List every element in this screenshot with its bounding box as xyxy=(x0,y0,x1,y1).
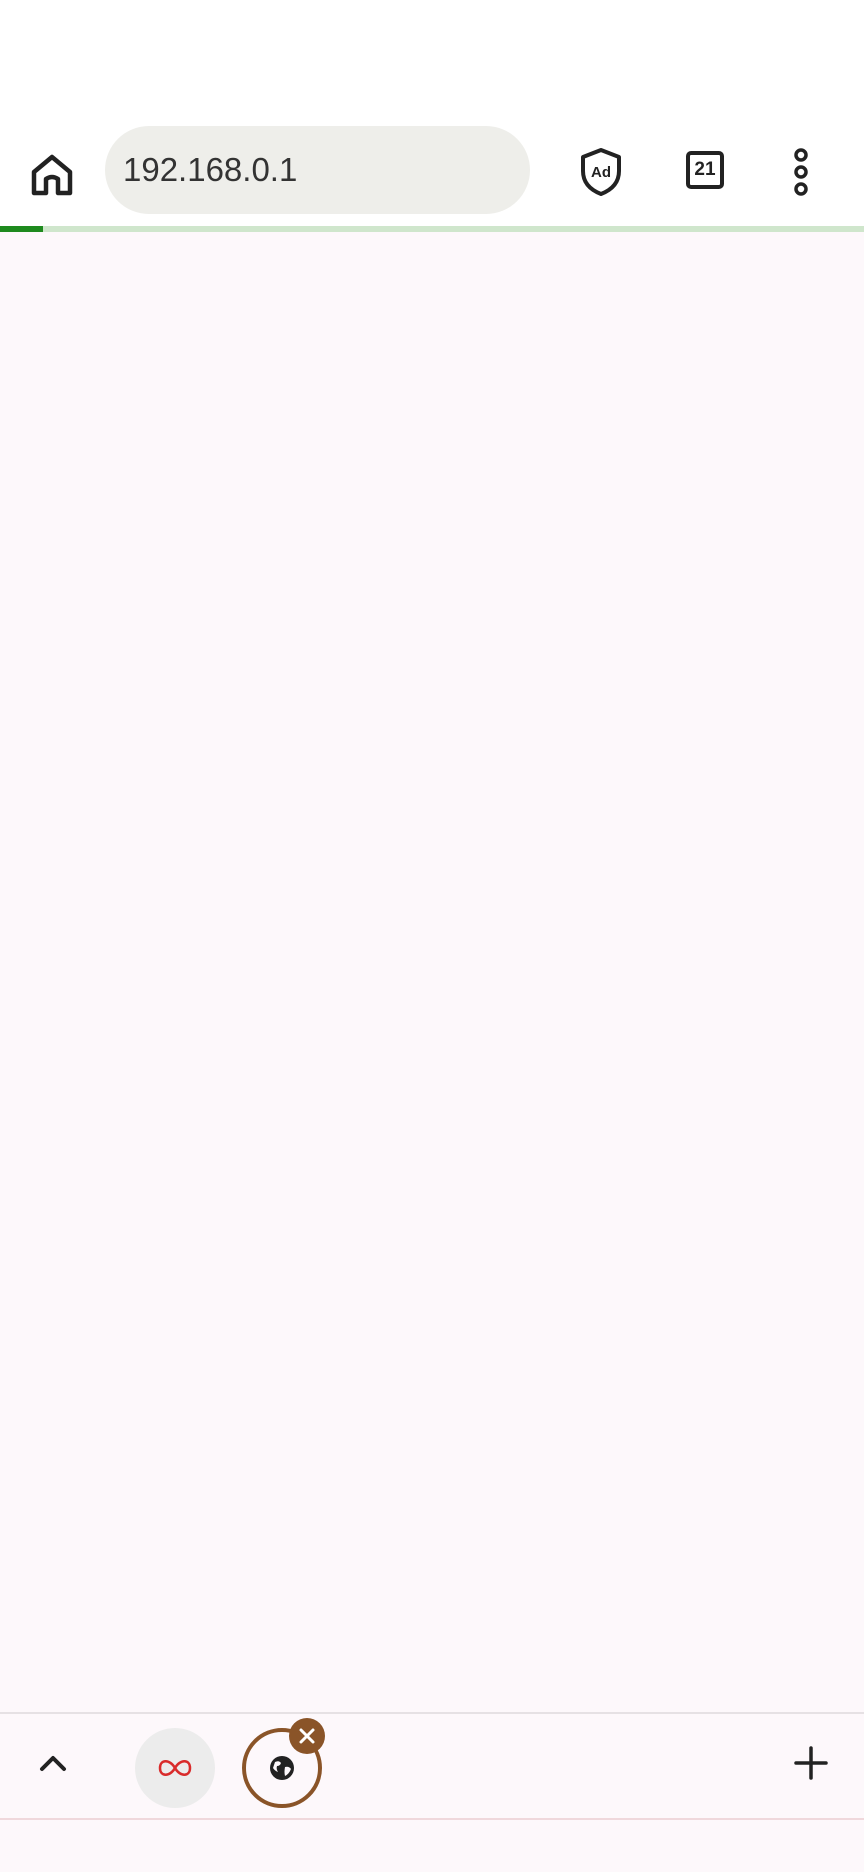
svg-text:Ad: Ad xyxy=(591,164,611,181)
browser-toolbar: 192.168.0.1 Ad 21 xyxy=(0,118,864,226)
more-vertical-icon xyxy=(794,148,808,196)
tab-switcher-button[interactable]: 21 xyxy=(678,142,734,202)
url-text: 192.168.0.1 xyxy=(123,151,298,188)
expand-tabs-button[interactable] xyxy=(28,1738,78,1788)
home-button[interactable] xyxy=(22,145,82,205)
url-bar[interactable]: 192.168.0.1 xyxy=(105,126,530,214)
plus-icon xyxy=(794,1746,828,1780)
infinity-icon xyxy=(158,1760,192,1776)
tab-strip xyxy=(0,1712,864,1820)
system-nav-area xyxy=(0,1820,864,1872)
close-icon xyxy=(299,1728,315,1744)
status-bar xyxy=(0,0,864,118)
globe-icon xyxy=(270,1756,294,1780)
ad-shield-icon: Ad xyxy=(581,148,621,196)
home-icon xyxy=(31,154,73,196)
tab-item[interactable] xyxy=(135,1728,215,1808)
page-content[interactable] xyxy=(0,232,864,1712)
tab-count: 21 xyxy=(686,151,724,189)
menu-button[interactable] xyxy=(776,142,826,202)
chevron-up-icon xyxy=(40,1756,66,1771)
add-tab-button[interactable] xyxy=(786,1738,836,1788)
adblock-button[interactable]: Ad xyxy=(573,142,629,202)
close-tab-button[interactable] xyxy=(289,1718,325,1754)
